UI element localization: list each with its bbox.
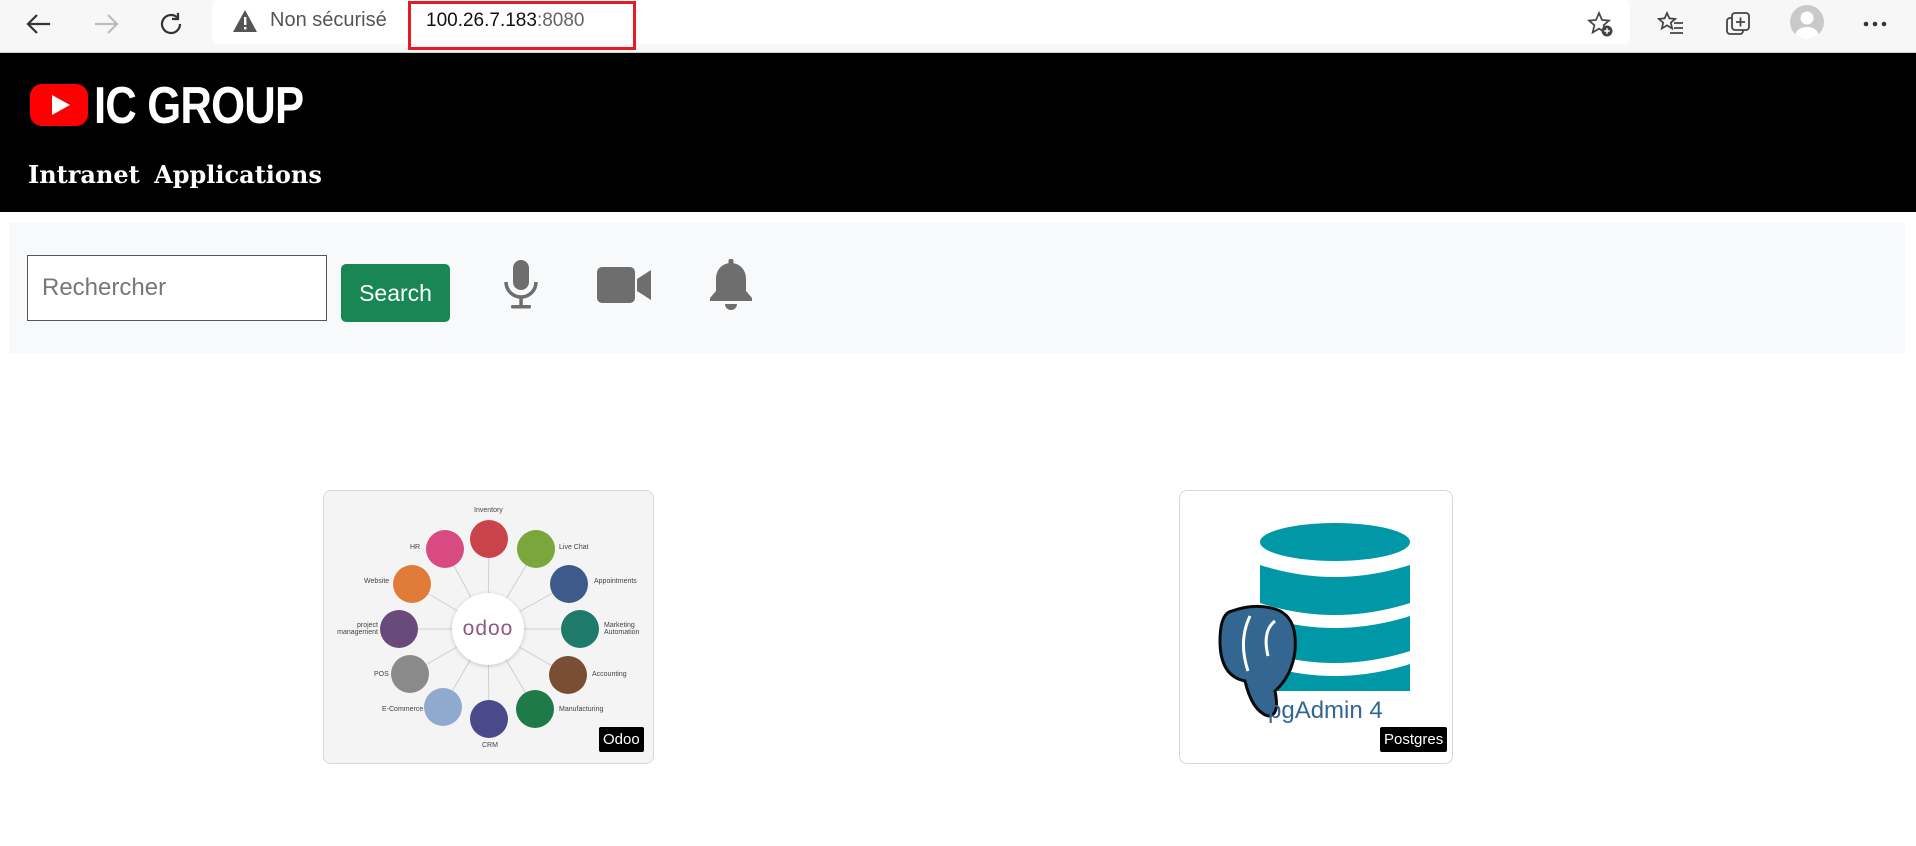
app-card-odoo[interactable]: odoo Inventory Live Chat Appointments Ma…: [323, 490, 654, 764]
crm-module-icon: [470, 700, 508, 738]
security-status-text[interactable]: Non sécurisé: [270, 9, 387, 32]
module-label: Website: [364, 578, 390, 585]
favorites-icon[interactable]: [1653, 6, 1689, 42]
youtube-logo-icon: [30, 84, 88, 126]
search-button[interactable]: Search: [341, 264, 450, 322]
brand-title: IC GROUP: [94, 77, 304, 135]
video-camera-icon[interactable]: [595, 264, 653, 306]
url-text[interactable]: 100.26.7.183:8080: [426, 10, 585, 32]
url-port: :8080: [536, 10, 585, 31]
collections-icon[interactable]: [1720, 6, 1756, 42]
page-subtitle: Intranet Applications: [28, 160, 322, 189]
module-label: E-Commerce: [382, 706, 424, 713]
module-label: Inventory: [474, 507, 503, 514]
project-management-module-icon: [380, 610, 418, 648]
module-label: Marketing Automation: [604, 622, 640, 636]
back-icon[interactable]: [19, 4, 59, 44]
more-menu-icon[interactable]: [1857, 6, 1893, 42]
warning-icon[interactable]: [232, 9, 258, 38]
module-label: Accounting: [592, 671, 627, 678]
url-host: 100.26.7.183: [426, 10, 537, 31]
ecommerce-module-icon: [424, 688, 462, 726]
forward-icon[interactable]: [86, 4, 126, 44]
hr-module-icon: [426, 530, 464, 568]
profile-avatar-icon[interactable]: [1790, 5, 1824, 39]
module-label: project management: [337, 622, 378, 636]
inventory-module-icon: [470, 520, 508, 558]
bell-icon[interactable]: [708, 258, 754, 312]
accounting-module-icon: [549, 656, 587, 694]
module-label: CRM: [482, 742, 498, 749]
odoo-logo: odoo: [452, 593, 524, 665]
live-chat-module-icon: [517, 530, 555, 568]
microphone-icon[interactable]: [500, 258, 542, 312]
pos-module-icon: [391, 655, 429, 693]
marketing-automation-module-icon: [561, 610, 599, 648]
module-label: Appointments: [594, 578, 637, 585]
module-label: Live Chat: [559, 544, 589, 551]
app-card-label: Postgres: [1380, 727, 1448, 752]
add-favorite-icon[interactable]: [1582, 6, 1618, 42]
pgadmin-logo-text: pgAdmin 4: [1268, 697, 1383, 724]
odoo-diagram: odoo Inventory Live Chat Appointments Ma…: [324, 491, 653, 763]
reload-icon[interactable]: [151, 4, 191, 44]
odoo-logo-text: odoo: [462, 617, 514, 640]
website-module-icon: [393, 565, 431, 603]
app-card-label: Odoo: [599, 727, 644, 752]
module-label: HR: [410, 544, 421, 551]
module-label: Manufacturing: [559, 706, 604, 713]
search-input[interactable]: [27, 255, 327, 321]
browser-toolbar: Non sécurisé 100.26.7.183:8080: [0, 0, 1916, 53]
manufacturing-module-icon: [516, 690, 554, 728]
appointments-module-icon: [550, 565, 588, 603]
app-card-postgres[interactable]: pgAdmin 4 Postgres: [1179, 490, 1453, 764]
module-label: POS: [374, 671, 389, 678]
